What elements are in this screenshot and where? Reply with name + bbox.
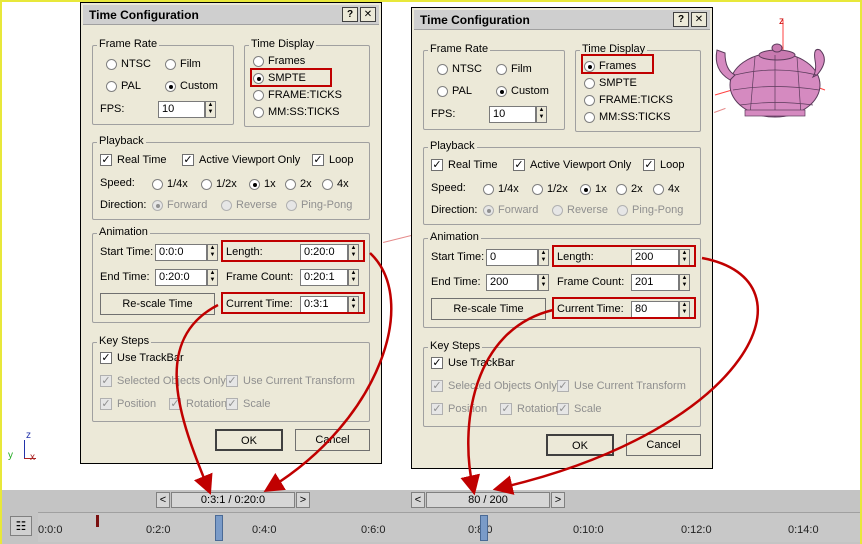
annotation-arrows bbox=[175, 252, 759, 496]
